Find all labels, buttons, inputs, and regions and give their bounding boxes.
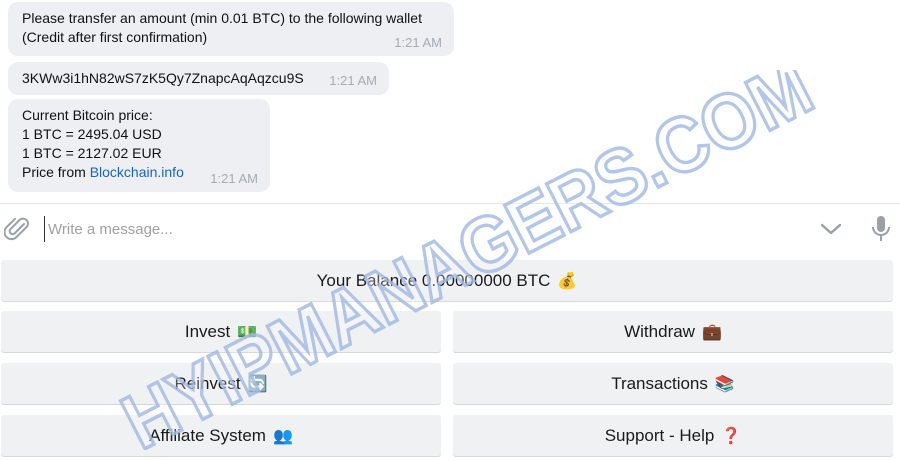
withdraw-label: Withdraw xyxy=(624,321,695,341)
microphone-icon[interactable] xyxy=(870,214,892,244)
invest-button[interactable]: Invest 💵 xyxy=(1,311,441,352)
balance-button[interactable]: Your Balance 0.00000000 BTC 💰 xyxy=(1,260,893,301)
reinvest-label: Reinvest xyxy=(174,373,241,393)
message-time: 1:21 AM xyxy=(329,73,377,88)
withdraw-button[interactable]: Withdraw 💼 xyxy=(453,311,893,352)
message-text: Please transfer an amount (min 0.01 BTC)… xyxy=(22,10,422,26)
affiliate-system-button[interactable]: Affiliate System 👥 xyxy=(1,415,441,456)
message-bubble: 3KWw3i1hN82wS7zK5Qy7ZnapcAqAqzcu9S 1:21 … xyxy=(8,62,389,95)
message-time: 1:21 AM xyxy=(210,171,258,186)
briefcase-icon: 💼 xyxy=(701,323,722,341)
price-source-prefix: Price from xyxy=(22,164,90,180)
dollar-banknote-icon: 💵 xyxy=(237,323,258,341)
wallet-address: 3KWw3i1hN82wS7zK5Qy7ZnapcAqAqzcu9S xyxy=(22,70,304,86)
users-icon: 👥 xyxy=(272,427,293,445)
message-text: Current Bitcoin price: xyxy=(22,107,153,123)
chevron-down-icon[interactable] xyxy=(818,220,844,238)
balance-label: Your Balance 0.00000000 BTC xyxy=(316,270,551,290)
bot-keyboard: Your Balance 0.00000000 BTC 💰 Invest 💵 W… xyxy=(0,254,900,461)
affiliate-label: Affiliate System xyxy=(149,425,266,445)
message-composer xyxy=(0,204,900,254)
support-help-button[interactable]: Support - Help ❓ xyxy=(453,415,893,456)
message-history: Please transfer an amount (min 0.01 BTC)… xyxy=(0,0,900,203)
message-bubble: Please transfer an amount (min 0.01 BTC)… xyxy=(8,2,454,56)
message-text: 1 BTC = 2495.04 USD xyxy=(22,126,162,142)
money-bag-icon: 💰 xyxy=(557,272,578,290)
message-text: (Credit after first confirmation) xyxy=(22,29,208,45)
message-text: 1 BTC = 2127.02 EUR xyxy=(22,145,162,161)
books-icon: 📚 xyxy=(714,375,735,393)
paperclip-icon[interactable] xyxy=(4,215,30,243)
question-mark-icon: ❓ xyxy=(721,427,742,445)
refresh-icon: 🔄 xyxy=(247,375,268,393)
transactions-button[interactable]: Transactions 📚 xyxy=(453,363,893,404)
transactions-label: Transactions xyxy=(611,373,708,393)
message-input[interactable] xyxy=(44,216,810,242)
blockchain-info-link[interactable]: Blockchain.info xyxy=(90,164,184,180)
reinvest-button[interactable]: Reinvest 🔄 xyxy=(1,363,441,404)
support-label: Support - Help xyxy=(604,425,715,445)
message-time: 1:21 AM xyxy=(394,35,442,50)
invest-label: Invest xyxy=(184,321,231,341)
message-bubble: Current Bitcoin price: 1 BTC = 2495.04 U… xyxy=(8,99,270,192)
